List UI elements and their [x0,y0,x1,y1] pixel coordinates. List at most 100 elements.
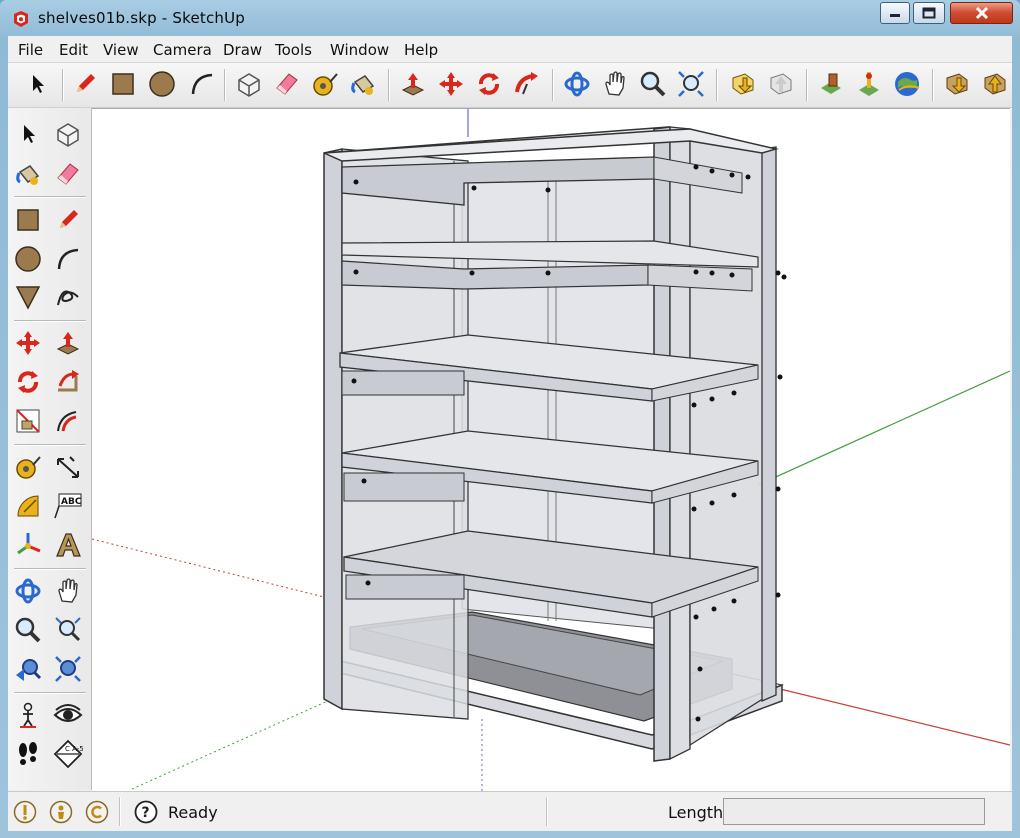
paint-bucket-tool[interactable] [11,157,45,191]
credits-icon[interactable] [49,800,73,824]
measurement-label: Length [668,803,724,822]
rectangle-icon [112,73,134,95]
toolbar-separator [62,69,63,101]
orbit-tool[interactable] [560,67,594,101]
menu-draw[interactable]: Draw [223,41,262,59]
rotate-tool[interactable] [11,365,45,399]
geo-location-icon[interactable] [13,800,37,824]
pan-tool[interactable] [51,574,85,608]
polygon-tool[interactable] [11,280,45,314]
eraser-tool[interactable] [270,67,304,101]
section-plane-tool[interactable]: C A-5 [51,737,85,771]
zoom-extents-tool[interactable] [51,652,85,686]
zoom-window-tool[interactable] [51,613,85,647]
rectangle-tool[interactable] [106,67,140,101]
maximize-button[interactable] [913,2,945,24]
zoom-tool[interactable] [11,613,45,647]
move-tool[interactable] [434,67,468,101]
menu-edit[interactable]: Edit [59,41,88,59]
menu-file[interactable]: File [18,41,43,59]
get-component-icon [946,73,968,95]
share-model-tool[interactable] [764,67,798,101]
position-camera-tool[interactable] [11,698,45,732]
push-pull-icon [56,332,80,355]
measurements-box[interactable] [723,798,985,825]
menu-help[interactable]: Help [404,41,438,59]
get-models-tool[interactable] [726,67,760,101]
arc-tool[interactable] [185,67,219,101]
zoom-tool[interactable] [636,67,670,101]
close-button[interactable] [950,2,1013,24]
walk-tool[interactable] [11,737,45,771]
zoom-icon [15,617,41,643]
rectangle-tool[interactable] [11,203,45,237]
orbit-tool[interactable] [11,574,45,608]
title-bar[interactable]: shelves01b.skp - SketchUp [0,0,1020,36]
sketchup-window: shelves01b.skp - SketchUp File Edit View… [0,0,1020,838]
get-component-tool[interactable] [940,67,974,101]
make-component-tool[interactable] [51,117,85,151]
follow-me-tool[interactable] [510,67,544,101]
make-component-tool[interactable] [232,67,266,101]
offset-tool[interactable] [51,404,85,438]
tape-measure-tool[interactable] [308,67,342,101]
move-tool[interactable] [11,326,45,360]
rotate-tool[interactable] [472,67,506,101]
freehand-tool[interactable] [51,280,85,314]
help-icon-glyph: ? [142,805,150,821]
select-tool[interactable] [11,117,45,151]
paint-bucket-tool[interactable] [346,67,380,101]
axes-tool[interactable] [11,528,45,562]
circle-tool[interactable] [145,67,179,101]
position-camera-icon [20,702,36,728]
large-tool-set-toolbar: ABC C A-5 [8,108,92,790]
dimension-tool[interactable] [51,450,85,484]
menu-window[interactable]: Window [330,41,389,59]
tape-measure-icon [313,73,338,96]
google-earth-tool[interactable] [890,67,924,101]
red-axis [771,686,1010,746]
polygon-icon [15,286,41,310]
text-tool[interactable]: ABC [51,489,85,523]
toolbar-separator [14,444,86,445]
model-viewport[interactable] [92,108,1010,791]
menu-tools[interactable]: Tools [275,41,312,59]
arc-tool[interactable] [51,242,85,276]
pan-tool[interactable] [598,67,632,101]
toolbar-separator [14,692,86,693]
help-icon[interactable]: ? [134,800,158,824]
select-tool[interactable] [20,67,54,101]
share-component-tool[interactable] [978,67,1012,101]
make-component-icon [238,73,260,97]
toggle-terrain-tool[interactable] [852,67,886,101]
previous-view-tool[interactable] [11,652,45,686]
circle-icon [149,71,175,97]
status-separator [119,797,120,826]
3d-text-tool[interactable] [51,528,85,562]
zoom-extents-tool[interactable] [674,67,708,101]
protractor-tool[interactable] [11,489,45,523]
pan-icon [605,71,625,96]
look-around-tool[interactable] [51,698,85,732]
menu-view[interactable]: View [103,41,139,59]
previous-view-icon [16,659,42,681]
pencil-tool[interactable] [51,203,85,237]
circle-tool[interactable] [11,242,45,276]
menu-bar: File Edit View Camera Draw Tools Window … [8,36,1012,63]
menu-camera[interactable]: Camera [153,41,212,59]
section-plane-icon: C A-5 [53,739,83,769]
follow-me-tool[interactable] [51,365,85,399]
minimize-button[interactable] [880,2,910,24]
eraser-tool[interactable] [51,157,85,191]
copyright-icon[interactable] [85,800,109,824]
push-pull-tool[interactable] [51,326,85,360]
push-pull-tool[interactable] [396,67,430,101]
arc-icon [191,73,213,95]
move-icon [439,72,463,96]
circle-icon [15,246,41,272]
sketchup-logo-icon [14,11,28,27]
pencil-tool[interactable] [68,67,102,101]
scale-tool[interactable] [11,404,45,438]
tape-measure-tool[interactable] [11,450,45,484]
add-location-tool[interactable] [814,67,848,101]
